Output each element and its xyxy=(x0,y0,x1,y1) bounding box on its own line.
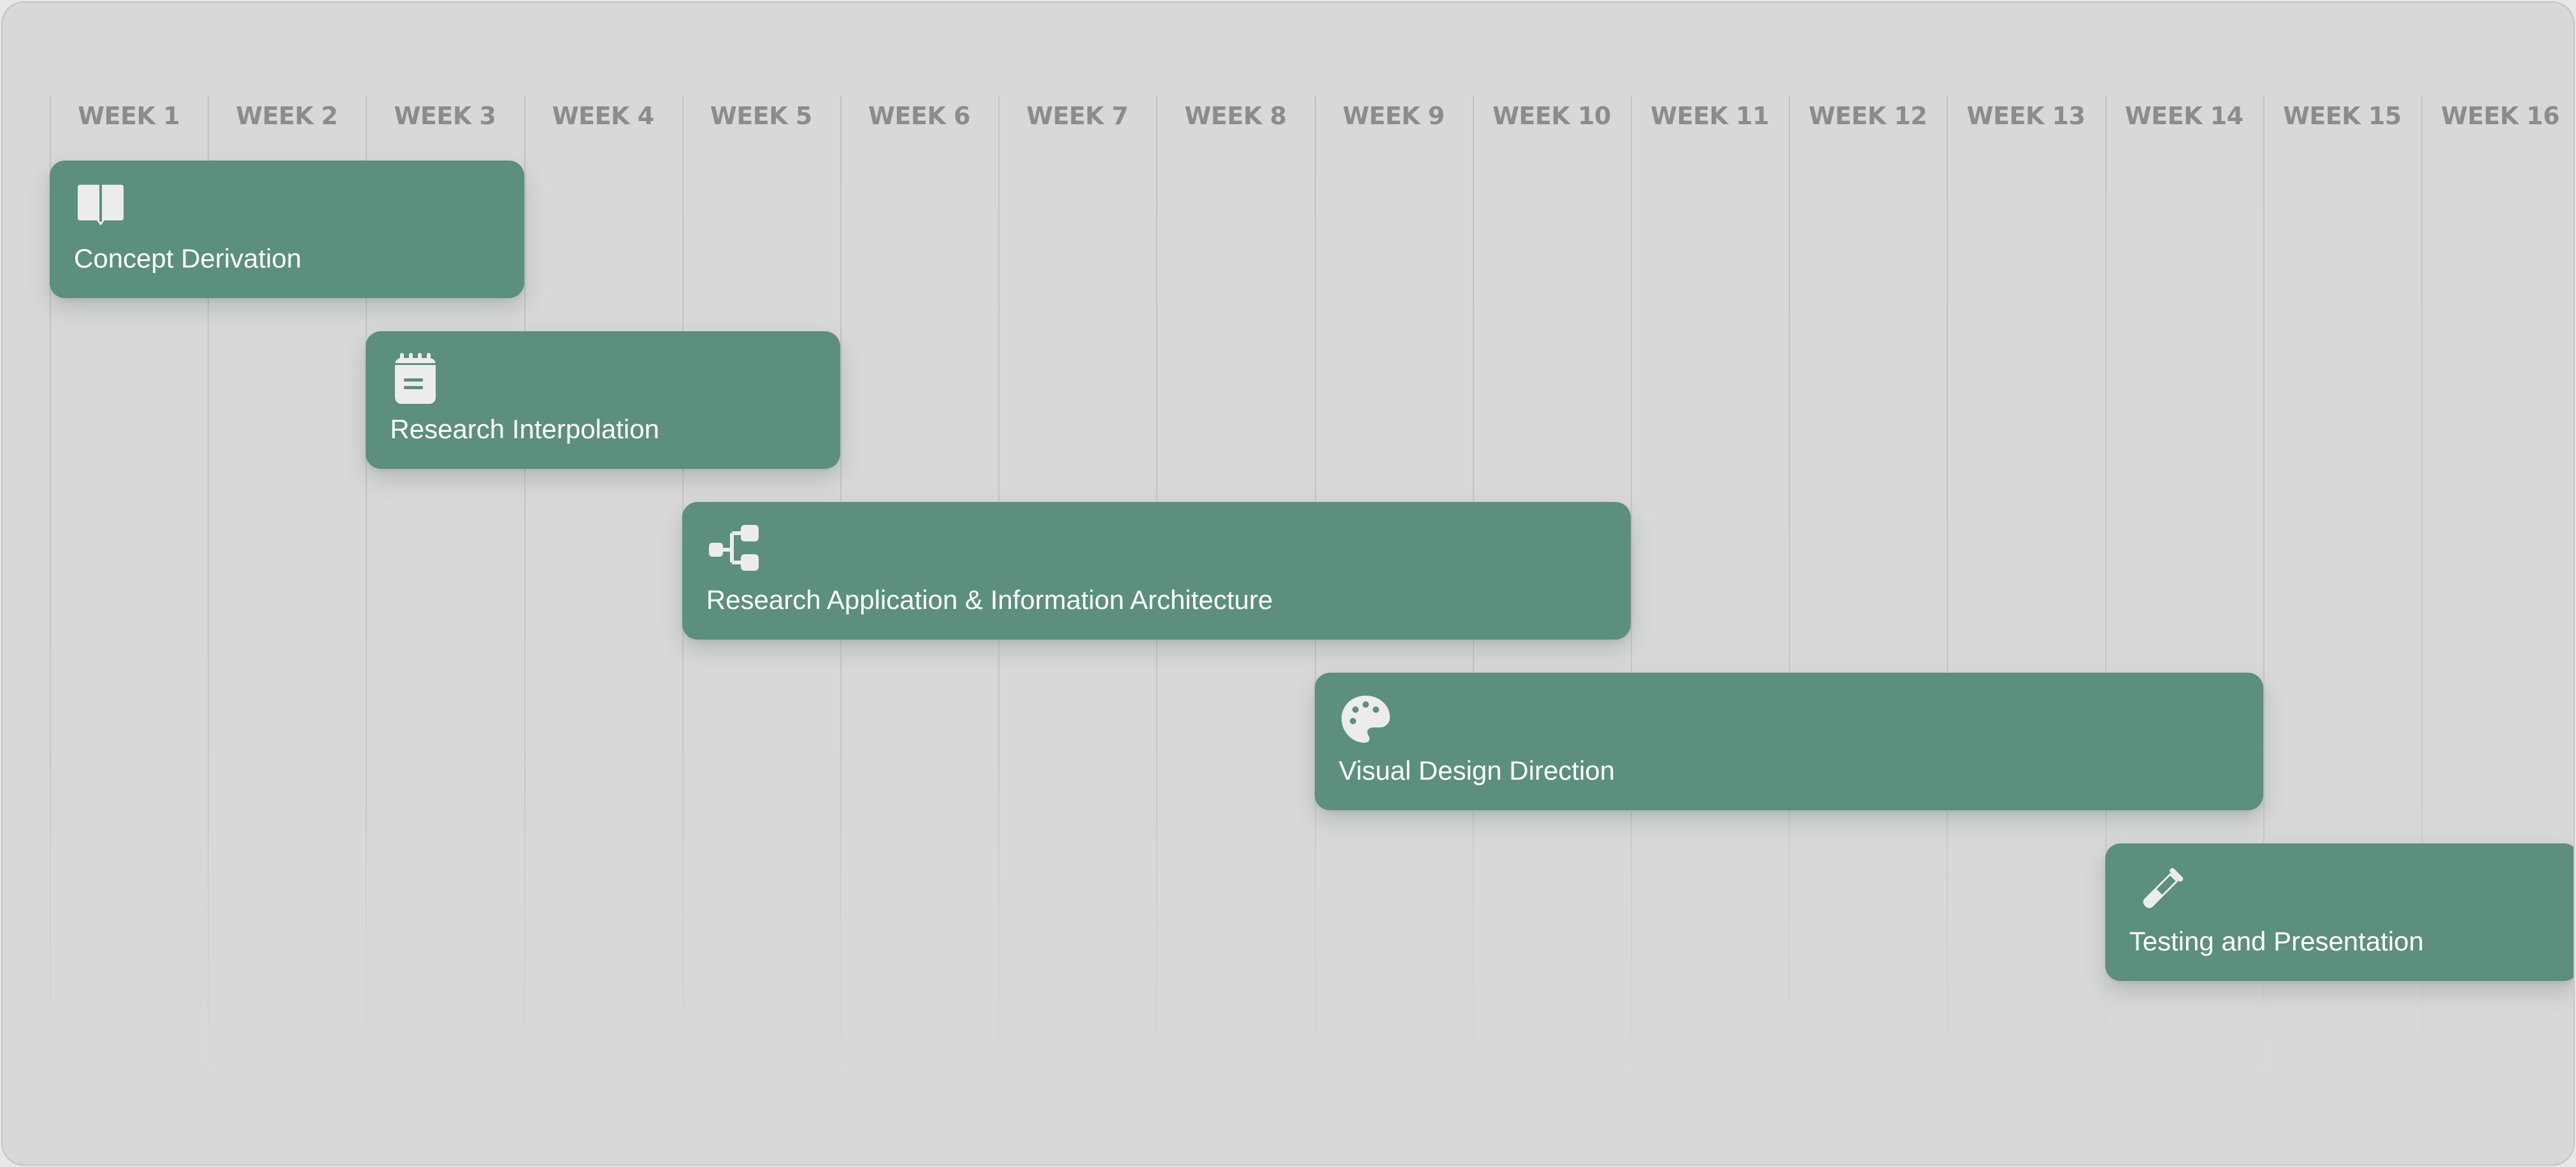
week-header: WEEK 6 xyxy=(868,102,971,130)
task-bar-visual-design-direction[interactable]: Visual Design Direction xyxy=(1314,673,2263,810)
week-header: WEEK 7 xyxy=(1026,102,1129,130)
palette-icon xyxy=(1339,693,1392,747)
week-divider xyxy=(1789,96,1791,1089)
gantt-chart: WEEK 1 WEEK 2 WEEK 3 WEEK 4 WEEK 5 WEEK … xyxy=(1,1,2575,1166)
task-label: Concept Derivation xyxy=(74,243,302,273)
task-bar-research-application[interactable]: Research Application & Information Archi… xyxy=(682,502,1631,640)
week-header: WEEK 15 xyxy=(2282,102,2401,130)
week-header: WEEK 4 xyxy=(552,102,654,130)
week-divider xyxy=(1947,96,1949,1089)
task-label: Visual Design Direction xyxy=(1338,755,1615,785)
week-header: WEEK 12 xyxy=(1808,102,1928,130)
timeline-grid: WEEK 1 WEEK 2 WEEK 3 WEEK 4 WEEK 5 WEEK … xyxy=(3,3,2573,1164)
week-header: WEEK 1 xyxy=(78,102,180,130)
test-tube-icon xyxy=(2129,864,2183,917)
task-bar-research-interpolation[interactable]: Research Interpolation xyxy=(366,331,840,469)
week-header: WEEK 13 xyxy=(1966,102,2086,130)
week-header: WEEK 3 xyxy=(394,102,496,130)
book-icon xyxy=(74,181,127,234)
week-header: WEEK 2 xyxy=(236,102,338,130)
task-label: Testing and Presentation xyxy=(2129,926,2424,956)
task-bar-testing-and-presentation[interactable]: Testing and Presentation xyxy=(2105,843,2573,981)
task-label: Research Interpolation xyxy=(390,414,659,444)
notepad-icon xyxy=(390,352,443,405)
week-header: WEEK 5 xyxy=(710,102,812,130)
week-header: WEEK 14 xyxy=(2124,102,2243,130)
week-header: WEEK 10 xyxy=(1492,102,1611,130)
week-divider xyxy=(524,96,526,1089)
week-header: WEEK 9 xyxy=(1342,102,1445,130)
sitemap-icon xyxy=(706,522,760,576)
week-header: WEEK 16 xyxy=(2441,102,2560,130)
task-label: Research Application & Information Archi… xyxy=(706,585,1273,615)
week-header: WEEK 8 xyxy=(1184,102,1287,130)
task-bar-concept-derivation[interactable]: Concept Derivation xyxy=(50,161,524,298)
week-header: WEEK 11 xyxy=(1650,102,1770,130)
week-divider xyxy=(1631,96,1632,1089)
